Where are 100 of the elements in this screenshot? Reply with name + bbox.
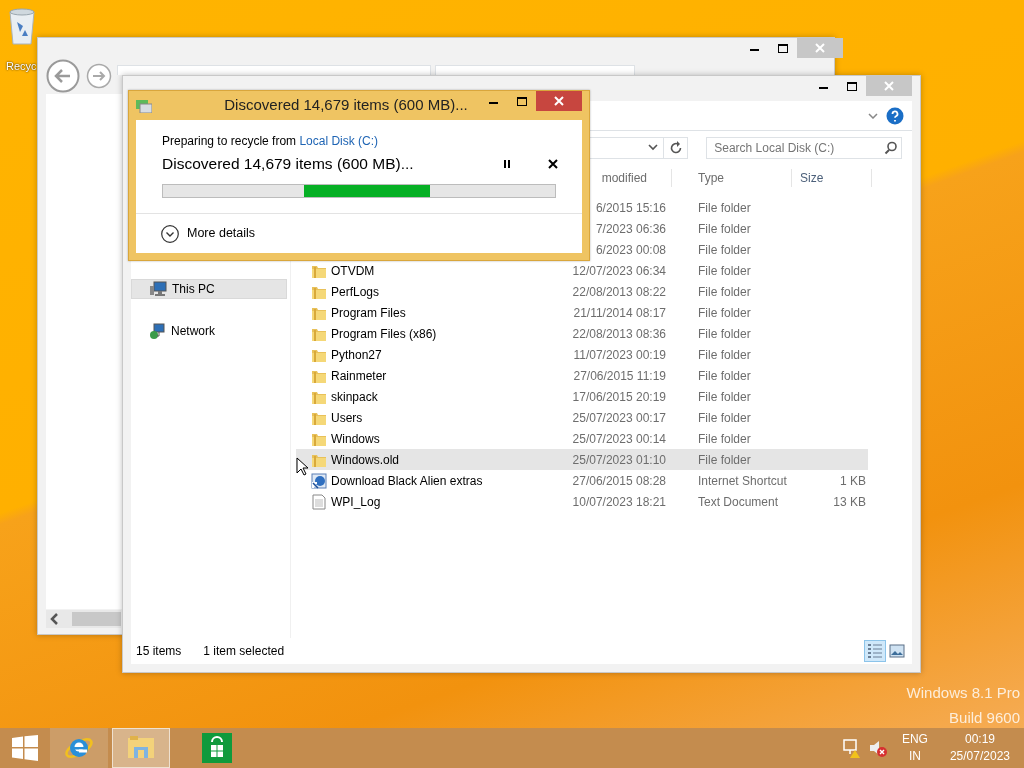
watermark-text: Build 9600	[948, 708, 1020, 728]
progress-description: Preparing to recycle from Local Disk (C:)	[161, 133, 380, 150]
file-size: 1 KB	[840, 473, 866, 488]
file-name: Windows.old	[331, 451, 400, 469]
column-header[interactable]: Size	[800, 171, 824, 185]
speaker-muted-icon[interactable]	[867, 738, 888, 758]
close-icon	[554, 96, 564, 106]
file-type: Internet Shortcut	[698, 473, 787, 488]
shortcut-icon	[311, 472, 327, 489]
date-modified: 7/2023 06:36	[595, 221, 666, 236]
store-icon	[202, 733, 232, 763]
date-modified: 10/07/2023 18:21	[572, 494, 666, 509]
recycle-task-icon	[136, 98, 152, 113]
file-type: File folder	[698, 410, 751, 425]
date-modified: 6/2023 00:08	[595, 242, 666, 257]
file-type: File folder	[698, 305, 751, 320]
file-row[interactable]: skinpack 17/06/2015 20:19 File folder	[296, 386, 868, 407]
date-modified: 27/06/2015 11:19	[573, 368, 666, 383]
file-type: File folder	[698, 284, 751, 299]
file-row[interactable]: Rainmeter 27/06/2015 11:19 File folder	[296, 365, 868, 386]
date-modified: 25/07/2023 00:14	[572, 431, 666, 446]
recycle-bin-icon	[6, 6, 38, 46]
file-row[interactable]: Download Black Alien extras 27/06/2015 08:28 Internet Shortcut 1 KB	[296, 470, 868, 491]
file-row[interactable]: Python27 11/07/2023 00:19 File folder	[296, 344, 868, 365]
taskbar-button[interactable]	[50, 728, 108, 768]
maximize-icon	[847, 81, 857, 91]
close-icon	[815, 43, 825, 53]
close-button[interactable]	[536, 91, 582, 111]
chevron-down-icon[interactable]	[868, 112, 878, 119]
date-modified: 27/06/2015 08:28	[572, 473, 666, 488]
file-name: Windows	[331, 430, 380, 448]
file-type: File folder	[698, 221, 751, 236]
forward-button[interactable]	[86, 63, 112, 89]
close-icon	[884, 81, 894, 91]
file-row[interactable]: Windows.old 25/07/2023 01:10 File folder	[296, 449, 868, 470]
file-type: File folder	[698, 389, 751, 404]
item-count: 15 items	[136, 643, 182, 660]
file-row[interactable]: OTVDM 12/07/2023 06:34 File folder	[296, 260, 868, 281]
column-header[interactable]: Type	[698, 171, 724, 185]
file-name: WPI_Log	[331, 493, 381, 511]
close-icon	[548, 158, 558, 169]
pause-icon	[502, 158, 512, 169]
selection-count: 1 item selected	[203, 643, 285, 660]
file-type: File folder	[698, 326, 751, 341]
date-modified: 22/08/2013 08:36	[572, 326, 666, 341]
search-field[interactable]: Search Local Disk (C:)	[706, 137, 902, 159]
maximize-icon	[778, 43, 788, 53]
nav-item[interactable]: Network	[131, 321, 287, 341]
windows-logo-icon	[12, 735, 38, 761]
pause-button[interactable]	[502, 158, 512, 169]
file-name: skinpack	[331, 388, 378, 406]
file-name: PerfLogs	[331, 283, 380, 301]
maximize-icon	[517, 96, 527, 106]
file-row[interactable]: Program Files 21/11/2014 08:17 File folder	[296, 302, 868, 323]
date-modified: 6/2015 15:16	[595, 200, 666, 215]
details-view-icon[interactable]	[864, 640, 886, 662]
column-header[interactable]: modified	[601, 171, 647, 185]
location-link[interactable]: Local Disk (C:)	[299, 134, 379, 148]
file-type: File folder	[698, 431, 751, 446]
refresh-button[interactable]	[663, 137, 689, 159]
file-row[interactable]: PerfLogs 22/08/2013 08:22 File folder	[296, 281, 868, 302]
refresh-icon	[668, 141, 683, 155]
back-button[interactable]	[46, 59, 80, 93]
date-modified: 11/07/2023 00:19	[573, 347, 666, 362]
file-type: Text Document	[698, 494, 779, 509]
nav-item[interactable]: This PC	[131, 279, 287, 299]
document-icon	[311, 493, 327, 510]
network-warning-icon[interactable]	[841, 738, 862, 758]
chevron-circle-icon	[161, 224, 179, 243]
computer-icon	[150, 281, 167, 297]
more-details-button[interactable]: More details	[136, 214, 582, 243]
file-name: OTVDM	[331, 262, 375, 280]
file-type: File folder	[698, 347, 751, 362]
file-name: Program Files	[331, 304, 406, 322]
file-row[interactable]: Windows 25/07/2023 00:14 File folder	[296, 428, 868, 449]
date-modified: 25/07/2023 00:17	[572, 410, 666, 425]
date-modified: 17/06/2015 20:19	[572, 389, 666, 404]
date-modified: 25/07/2023 01:10	[572, 452, 666, 467]
file-size: 13 KB	[833, 494, 866, 509]
help-icon[interactable]	[886, 106, 904, 125]
dialog-title: Discovered 14,679 items (600 MB)...	[223, 95, 469, 116]
file-name: Program Files (x86)	[331, 325, 437, 343]
file-type: File folder	[698, 263, 751, 278]
date-modified: 21/11/2014 08:17	[573, 305, 666, 320]
file-type: File folder	[698, 242, 751, 257]
progress-status: Discovered 14,679 items (600 MB)...	[162, 154, 415, 174]
date-modified: 12/07/2023 06:34	[572, 263, 666, 278]
cancel-button[interactable]	[548, 158, 558, 169]
file-name: Download Black Alien extras	[331, 472, 483, 490]
file-name: Users	[331, 409, 363, 427]
file-type: File folder	[698, 368, 751, 383]
scrollbar-thumb[interactable]	[72, 612, 121, 626]
file-name: Python27	[331, 346, 382, 364]
file-row[interactable]: Users 25/07/2023 00:17 File folder	[296, 407, 868, 428]
file-name: Rainmeter	[331, 367, 387, 385]
file-row[interactable]: Program Files (x86) 22/08/2013 08:36 File folder	[296, 323, 868, 344]
file-row[interactable]: WPI_Log 10/07/2023 18:21 Text Document 13 KB	[296, 491, 868, 512]
mouse-cursor-icon	[296, 457, 308, 476]
watermark-text: Windows 8.1 Pro	[905, 683, 1020, 703]
horizontal-scrollbar[interactable]	[46, 610, 121, 628]
